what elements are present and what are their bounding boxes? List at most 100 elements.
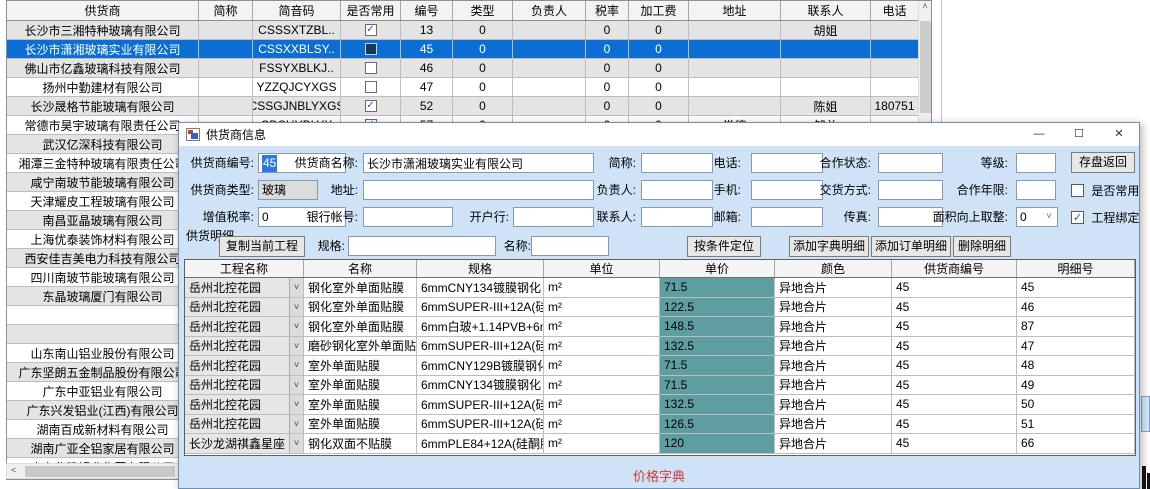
chevron-down-icon[interactable]: ˅ bbox=[289, 434, 303, 453]
table-cell: 常德市昊宇玻璃有限责任公司 bbox=[7, 116, 199, 134]
chevron-down-icon[interactable]: ˅ bbox=[289, 415, 303, 434]
detail-column-header[interactable]: 供货商编号 bbox=[892, 260, 1017, 277]
copy-project-button[interactable]: 复制当前工程 bbox=[219, 236, 305, 257]
table-cell: 武汉亿深科技有限公司 bbox=[7, 135, 199, 153]
project-combo[interactable]: 岳州北控花园˅ bbox=[185, 356, 304, 375]
coop-years-field[interactable] bbox=[1016, 180, 1056, 200]
detail-row[interactable]: 岳州北控花园˅室外单面贴膜6mmSUPER-III+12A(硅...m²132.… bbox=[185, 395, 1135, 415]
save-return-button[interactable]: 存盘返回 bbox=[1071, 152, 1135, 173]
common-checkbox[interactable] bbox=[365, 62, 377, 74]
detail-cell: 室外单面贴膜 bbox=[304, 376, 417, 395]
chevron-down-icon[interactable]: ˅ bbox=[289, 395, 303, 414]
column-header[interactable]: 税率 bbox=[586, 1, 629, 20]
table-row[interactable]: 扬州中勤建材有限公司YZZQJCYXGS47000 bbox=[7, 78, 931, 97]
bank-account-field[interactable] bbox=[363, 207, 453, 227]
detail-row[interactable]: 岳州北控花园˅磨砂钢化室外单面贴膜6mmSUPER-III+12A(硅...m²… bbox=[185, 337, 1135, 357]
detail-column-header[interactable]: 名称 bbox=[304, 260, 417, 277]
column-header[interactable]: 加工费 bbox=[629, 1, 689, 20]
detail-cell: 异地合片 bbox=[775, 434, 892, 453]
chevron-down-icon[interactable]: ˅ bbox=[289, 278, 303, 297]
column-header[interactable]: 简音码 bbox=[253, 1, 341, 20]
detail-column-header[interactable]: 规格 bbox=[417, 260, 544, 277]
delete-detail-button[interactable]: 删除明细 bbox=[953, 236, 1011, 257]
spec-filter-input[interactable] bbox=[348, 236, 496, 256]
project-combo[interactable]: 长沙龙湖祺鑫星座˅ bbox=[185, 434, 304, 453]
table-cell bbox=[781, 59, 871, 77]
chevron-down-icon[interactable]: ˅ bbox=[289, 356, 303, 375]
scroll-up-icon[interactable]: ˄ bbox=[922, 1, 927, 11]
common-checkbox[interactable] bbox=[365, 43, 377, 55]
project-combo[interactable]: 岳州北控花园˅ bbox=[185, 337, 304, 356]
detail-column-header[interactable]: 单价 bbox=[660, 260, 775, 277]
detail-column-header[interactable]: 单位 bbox=[544, 260, 660, 277]
table-row[interactable]: 佛山市亿鑫玻璃科技有限公司FSSYXBLKJ..46000 bbox=[7, 59, 931, 78]
project-combo[interactable]: 岳州北控花园˅ bbox=[185, 395, 304, 414]
minimize-button[interactable]: — bbox=[1019, 123, 1059, 146]
column-header[interactable]: 供货商 bbox=[7, 1, 199, 20]
vertical-scrollbar-thumb[interactable] bbox=[920, 21, 931, 113]
chevron-down-icon[interactable]: ˅ bbox=[289, 317, 303, 336]
rounding-combo[interactable]: 0 ˅ bbox=[1016, 207, 1058, 227]
detail-column-header[interactable]: 颜色 bbox=[775, 260, 892, 277]
column-header[interactable]: 是否常用 bbox=[341, 1, 401, 20]
column-header[interactable]: 负责人 bbox=[513, 1, 586, 20]
supplier-name-field[interactable] bbox=[363, 153, 594, 173]
column-header[interactable]: 电话 bbox=[871, 1, 919, 20]
detail-row[interactable]: 岳州北控花园˅钢化室外单面贴膜6mmSUPER-III+12A(硅...m²12… bbox=[185, 298, 1135, 318]
detail-column-header[interactable]: 明细号 bbox=[1017, 260, 1135, 277]
chevron-down-icon[interactable]: ˅ bbox=[289, 298, 303, 317]
common-checkbox[interactable] bbox=[365, 81, 377, 93]
chevron-down-icon[interactable]: ˅ bbox=[289, 337, 303, 356]
column-header[interactable]: 联系人 bbox=[781, 1, 871, 20]
table-cell bbox=[513, 40, 586, 58]
detail-row[interactable]: 岳州北控花园˅室外单面贴膜6mmCNY129B镀膜钢化m²71.5异地合片454… bbox=[185, 356, 1135, 376]
table-row[interactable]: 长沙市三湘特种玻璃有限公司CSSSXTZBL..✓13000胡姐 bbox=[7, 21, 931, 40]
add-order-detail-button[interactable]: 添加订单明细 bbox=[871, 236, 951, 257]
detail-cell: 异地合片 bbox=[775, 298, 892, 317]
chevron-down-icon[interactable]: ˅ bbox=[289, 376, 303, 395]
grade-field[interactable] bbox=[1016, 153, 1056, 173]
detail-row[interactable]: 岳州北控花园˅室外单面贴膜6mmCNY134镀膜钢化m²71.5异地合片4549 bbox=[185, 376, 1135, 396]
common-checkbox[interactable]: ✓ bbox=[365, 24, 377, 36]
common-checkbox[interactable] bbox=[1071, 184, 1084, 197]
project-combo[interactable]: 岳州北控花园˅ bbox=[185, 298, 304, 317]
table-cell: 0 bbox=[629, 59, 689, 77]
table-cell: 0 bbox=[453, 59, 513, 77]
table-cell: ✓ bbox=[341, 97, 401, 115]
maximize-button[interactable]: ☐ bbox=[1059, 123, 1099, 146]
table-cell: 0 bbox=[586, 97, 629, 115]
manager-label: 负责人: bbox=[564, 180, 636, 200]
table-cell: 咸宁南玻节能玻璃有限公司 bbox=[7, 173, 199, 191]
horizontal-scrollbar-thumb[interactable] bbox=[25, 466, 175, 477]
project-combo[interactable]: 岳州北控花园˅ bbox=[185, 376, 304, 395]
detail-column-header[interactable]: 工程名称 bbox=[185, 260, 304, 277]
locate-button[interactable]: 按条件定位 bbox=[687, 236, 761, 257]
scroll-left-icon[interactable]: ˂ bbox=[11, 465, 16, 475]
add-dict-detail-button[interactable]: 添加字典明细 bbox=[789, 236, 869, 257]
name-filter-input[interactable] bbox=[531, 236, 609, 256]
detail-row[interactable]: 岳州北控花园˅钢化室外单面贴膜6mm白玻+1.14PVB+6mm...m²148… bbox=[185, 317, 1135, 337]
column-header[interactable]: 类型 bbox=[453, 1, 513, 20]
table-row[interactable]: 长沙市潇湘玻璃实业有限公司CSSXXBLSY..45000 bbox=[7, 40, 931, 59]
dialog-titlebar[interactable]: 供货商信息 — ☐ ✕ bbox=[179, 123, 1139, 146]
project-bind-checkbox[interactable]: ✓ bbox=[1071, 211, 1084, 224]
table-cell bbox=[513, 97, 586, 115]
column-header[interactable]: 编号 bbox=[401, 1, 453, 20]
table-cell: CSSXXBLSY.. bbox=[253, 40, 341, 58]
table-cell bbox=[513, 59, 586, 77]
detail-cell: 异地合片 bbox=[775, 317, 892, 336]
project-combo[interactable]: 岳州北控花园˅ bbox=[185, 278, 304, 297]
column-header[interactable]: 地址 bbox=[689, 1, 781, 20]
detail-row[interactable]: 长沙龙湖祺鑫星座˅钢化双面不贴膜6mmPLE84+12A(硅酮胶...m²120… bbox=[185, 434, 1135, 454]
close-button[interactable]: ✕ bbox=[1099, 123, 1139, 146]
chevron-down-icon[interactable]: ˅ bbox=[1042, 209, 1056, 225]
common-checkbox[interactable]: ✓ bbox=[365, 100, 377, 112]
table-cell: 陈姐 bbox=[781, 97, 871, 115]
detail-row[interactable]: 岳州北控花园˅室外单面贴膜6mmSUPER-III+12A(硅...m²126.… bbox=[185, 415, 1135, 435]
project-combo[interactable]: 岳州北控花园˅ bbox=[185, 415, 304, 434]
project-combo[interactable]: 岳州北控花园˅ bbox=[185, 317, 304, 336]
detail-row[interactable]: 岳州北控花园˅钢化室外单面贴膜6mmCNY134镀膜钢化m²71.5异地合片45… bbox=[185, 278, 1135, 298]
column-header[interactable]: 简称 bbox=[199, 1, 253, 20]
address-field[interactable] bbox=[363, 180, 594, 200]
table-row[interactable]: 长沙晟格节能玻璃有限公司CSSGJNBLYXGS✓52000陈姐180751 bbox=[7, 97, 931, 116]
